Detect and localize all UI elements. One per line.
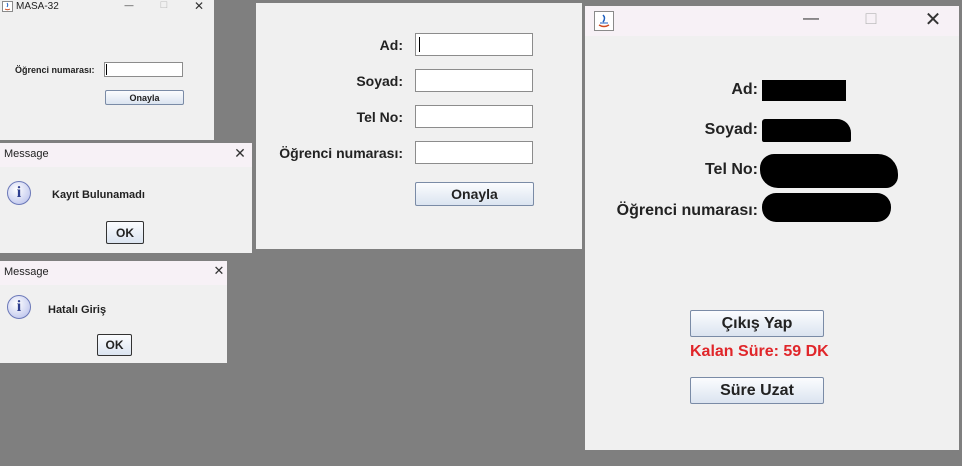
close-button[interactable]: ✕ (192, 0, 206, 13)
redacted-name (762, 80, 846, 101)
confirm-button[interactable]: Onayla (415, 182, 534, 206)
logout-button[interactable]: Çıkış Yap (690, 310, 824, 337)
message-dialog-invalid: Message ✕ i Hatalı Giriş OK (0, 261, 227, 363)
phone-input[interactable] (415, 105, 533, 128)
phone-label: Tel No: (704, 161, 758, 178)
extend-time-button[interactable]: Süre Uzat (690, 377, 824, 404)
student-no-label: Öğrenci numarası: (616, 202, 758, 219)
maximize-button[interactable]: □ (157, 0, 171, 11)
maximize-button[interactable]: □ (859, 8, 883, 29)
student-no-input[interactable] (104, 62, 183, 77)
dialog-title-bar: Message ✕ (0, 143, 252, 167)
registration-window: Ad: Soyad: Tel No: Öğrenci numarası: Ona… (256, 3, 582, 249)
student-no-label: Öğrenci numarası: (15, 65, 95, 75)
ok-button[interactable]: OK (97, 334, 132, 356)
dialog-title: Message (4, 148, 49, 160)
info-icon: i (7, 295, 31, 319)
message-text: Kayıt Bulunamadı (52, 189, 145, 201)
redacted-phone (760, 154, 898, 188)
session-window: — □ ✕ Ad: Soyad: Tel No: Öğrenci numaras… (585, 6, 959, 450)
phone-label: Tel No: (356, 109, 403, 125)
remaining-time-text: Kalan Süre: 59 DK (690, 343, 829, 360)
minimize-button[interactable]: — (122, 0, 136, 10)
redacted-surname (762, 119, 851, 142)
session-title-bar: — □ ✕ (585, 6, 959, 36)
redacted-student-no (762, 193, 891, 222)
minimize-button[interactable]: — (799, 10, 823, 28)
surname-input[interactable] (415, 69, 533, 92)
surname-label: Soyad: (704, 121, 758, 138)
surname-label: Soyad: (356, 73, 403, 89)
student-no-input[interactable] (415, 141, 533, 164)
java-app-icon (2, 1, 13, 12)
dialog-title-bar: Message ✕ (0, 261, 227, 285)
message-dialog-not-found: Message ✕ i Kayıt Bulunamadı OK (0, 143, 252, 253)
confirm-button[interactable]: Onayla (105, 90, 184, 105)
name-input[interactable] (415, 33, 533, 56)
login-title-bar: MASA-32 — □ ✕ (0, 0, 214, 14)
name-label: Ad: (731, 81, 758, 98)
text-caret (106, 64, 107, 75)
student-no-label: Öğrenci numarası: (279, 145, 403, 161)
login-window-title: MASA-32 (16, 1, 59, 12)
close-button[interactable]: ✕ (212, 263, 226, 279)
message-text: Hatalı Giriş (48, 304, 107, 316)
close-button[interactable]: ✕ (921, 7, 945, 32)
close-button[interactable]: ✕ (232, 145, 248, 162)
java-app-icon (594, 11, 614, 31)
ok-button[interactable]: OK (106, 221, 144, 244)
text-caret (419, 37, 420, 52)
dialog-title: Message (4, 266, 49, 278)
login-window: MASA-32 — □ ✕ Öğrenci numarası: Onayla (0, 0, 214, 140)
desktop: { "login_window": { "title": "MASA-32", … (0, 0, 962, 466)
info-icon: i (7, 181, 31, 205)
name-label: Ad: (379, 37, 403, 53)
